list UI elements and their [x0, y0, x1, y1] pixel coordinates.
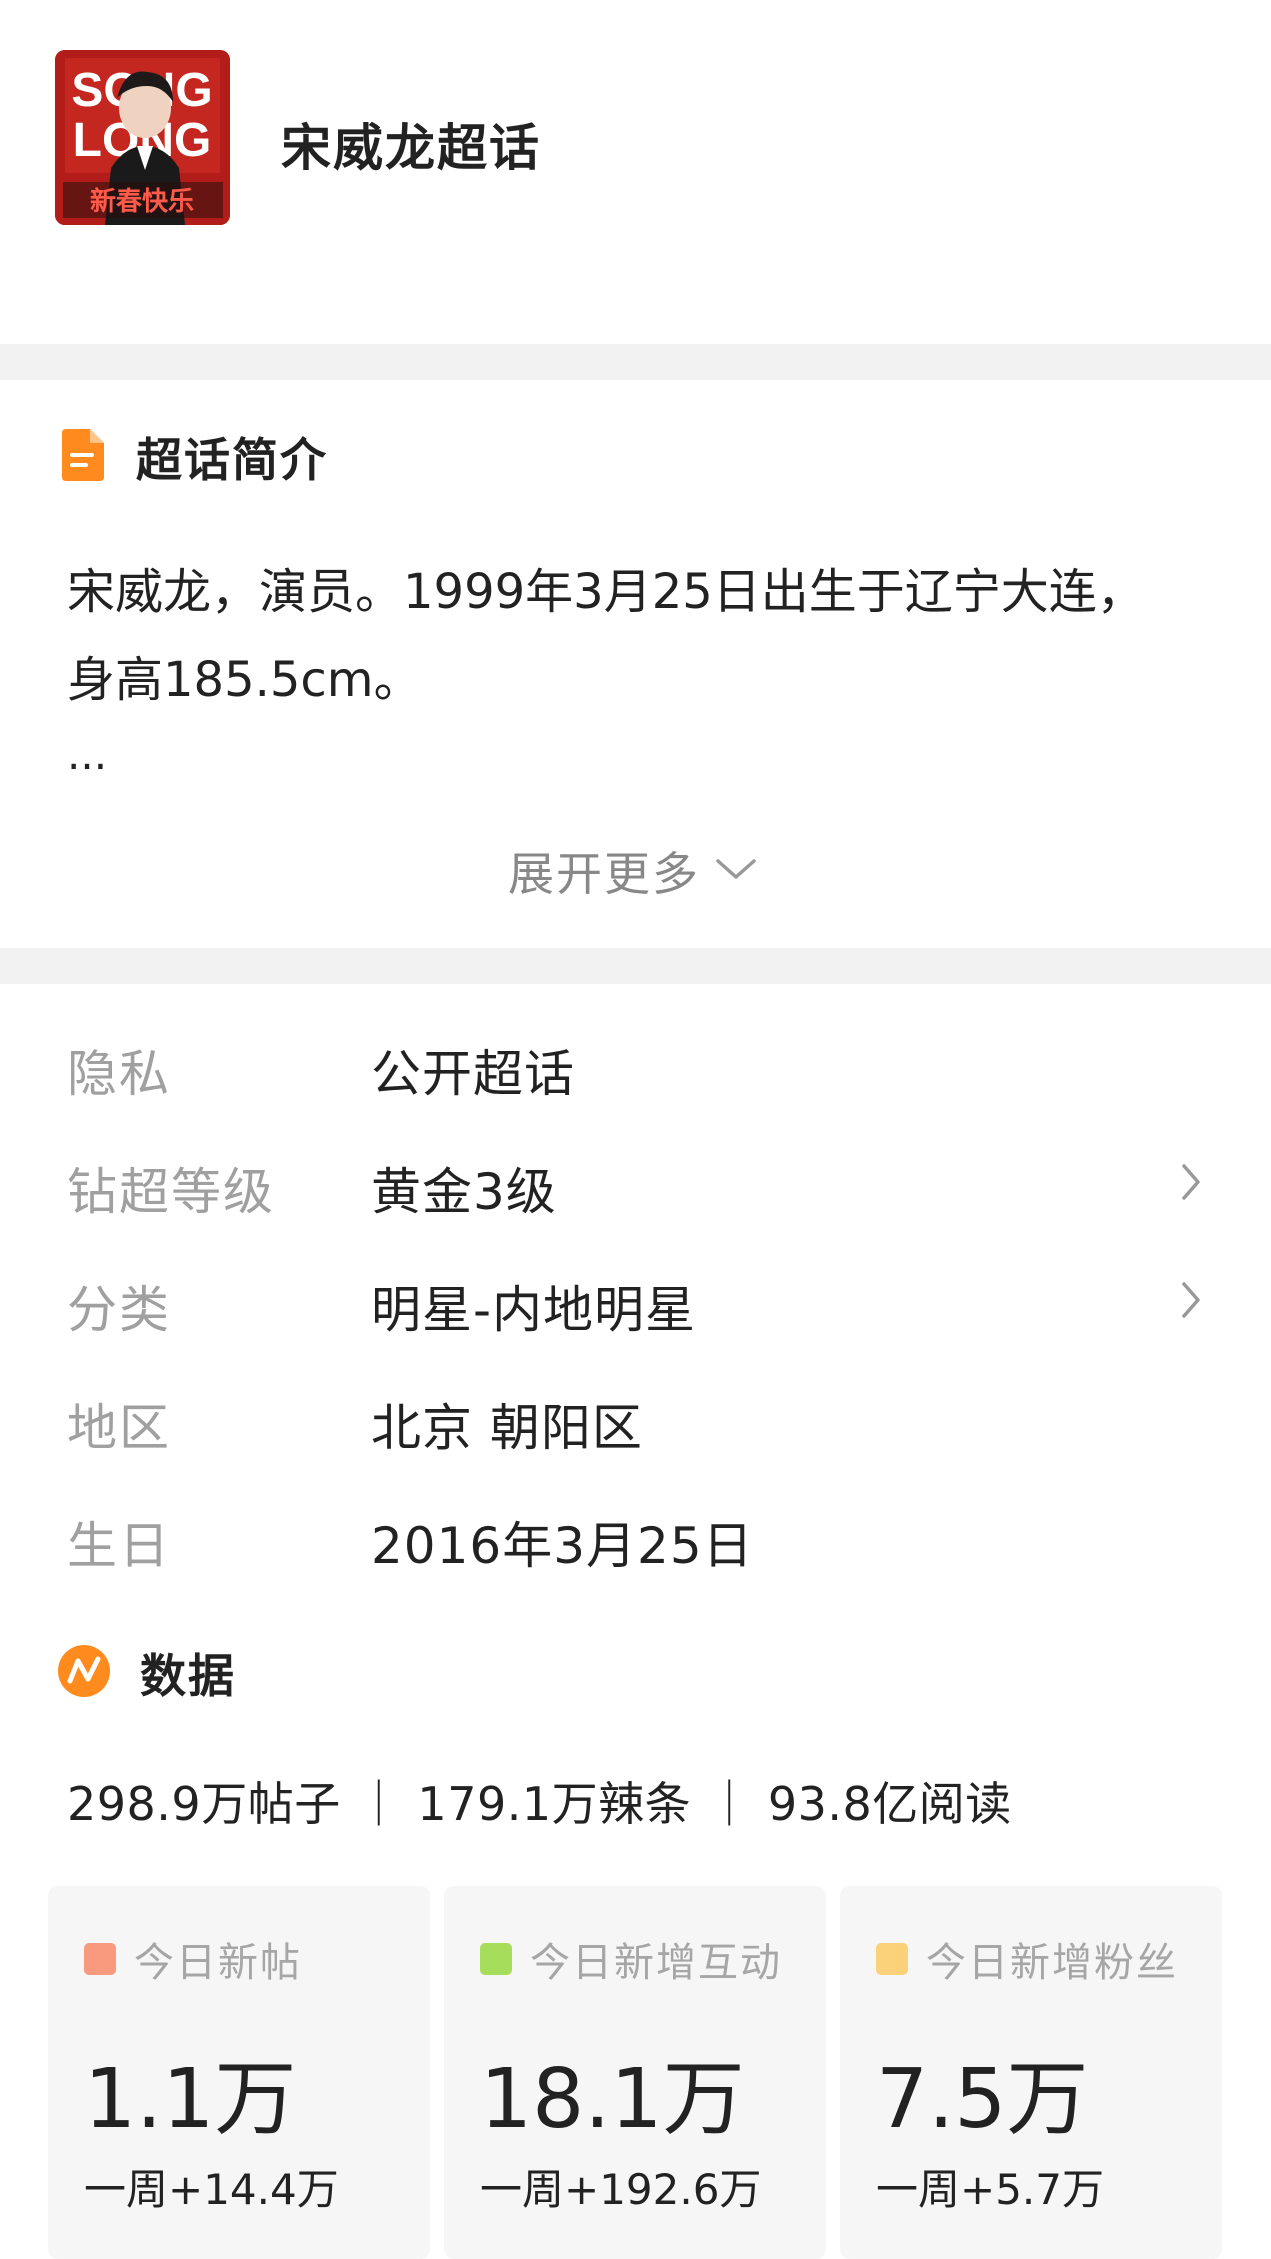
intro-section-title: 超话简介	[136, 433, 328, 487]
expand-more-button[interactable]: 展开更多	[508, 838, 758, 904]
data-section-title: 数据	[140, 1649, 236, 1703]
stat-card-head: 今日新增粉丝	[876, 1930, 1178, 1988]
intro-ellipsis: ...	[67, 730, 108, 779]
section-divider	[0, 344, 1271, 380]
legend-square-icon	[876, 1943, 908, 1975]
section-divider	[0, 948, 1271, 984]
intro-text: 宋威龙，演员。1999年3月25日出生于辽宁大连，身高185.5cm。	[67, 564, 1145, 708]
avatar-image: SONG LONG 新春快乐	[55, 50, 230, 225]
page-title: 宋威龙超话	[281, 119, 541, 177]
info-value: 公开超话	[371, 1045, 575, 1103]
legend-square-icon	[84, 1943, 116, 1975]
info-row-region: 地区 北京 朝阳区	[0, 1388, 1271, 1468]
intro-section-header: 超话简介	[58, 424, 328, 490]
supertopic-avatar[interactable]: SONG LONG 新春快乐	[55, 50, 230, 225]
stat-card-value: 7.5万	[876, 2052, 1089, 2147]
info-row-level[interactable]: 钻超等级 黄金3级	[0, 1152, 1271, 1232]
info-key: 钻超等级	[67, 1163, 275, 1221]
info-value: 北京 朝阳区	[371, 1399, 643, 1457]
legend-square-icon	[480, 1943, 512, 1975]
stat-card-label: 今日新帖	[134, 1940, 302, 1986]
stat-card-value: 1.1万	[84, 2052, 297, 2147]
document-icon	[58, 429, 106, 485]
info-key: 隐私	[67, 1045, 171, 1103]
supertopic-header: SONG LONG 新春快乐 宋威龙超话	[0, 0, 1271, 344]
info-row-privacy: 隐私 公开超话	[0, 1034, 1271, 1114]
stat-card-weekly: 一周+14.4万	[84, 2165, 339, 2214]
stat-card-new-posts[interactable]: 今日新帖 1.1万 一周+14.4万	[48, 1886, 430, 2259]
stat-card-head: 今日新帖	[84, 1930, 302, 1988]
stat-card-new-interactions[interactable]: 今日新增互动 18.1万 一周+192.6万	[444, 1886, 826, 2259]
info-key: 生日	[67, 1517, 171, 1575]
info-value: 黄金3级	[371, 1163, 557, 1221]
info-value: 明星-内地明星	[371, 1281, 697, 1339]
stat-card-new-fans[interactable]: 今日新增粉丝 7.5万 一周+5.7万	[840, 1886, 1222, 2259]
stat-card-head: 今日新增互动	[480, 1930, 782, 1988]
data-section-header: 数据	[58, 1640, 236, 1706]
chevron-right-icon	[1178, 1278, 1204, 1326]
info-value: 2016年3月25日	[371, 1517, 754, 1575]
avatar-lettering-3: 新春快乐	[90, 186, 194, 217]
data-summary: 298.9万帖子 ｜ 179.1万辣条 ｜ 93.8亿阅读	[67, 1777, 1012, 1831]
info-row-category[interactable]: 分类 明星-内地明星	[0, 1270, 1271, 1350]
trend-icon	[58, 1645, 110, 1701]
expand-more-label: 展开更多	[508, 847, 700, 901]
chevron-down-icon	[700, 855, 758, 887]
info-key: 地区	[67, 1399, 171, 1457]
stat-card-weekly: 一周+192.6万	[480, 2165, 762, 2214]
stat-card-value: 18.1万	[480, 2052, 745, 2147]
stat-card-weekly: 一周+5.7万	[876, 2165, 1104, 2214]
stat-card-label: 今日新增粉丝	[926, 1940, 1178, 1986]
info-row-birthday: 生日 2016年3月25日	[0, 1506, 1271, 1586]
chevron-right-icon	[1178, 1160, 1204, 1208]
stat-card-label: 今日新增互动	[530, 1940, 782, 1986]
info-key: 分类	[67, 1281, 171, 1339]
